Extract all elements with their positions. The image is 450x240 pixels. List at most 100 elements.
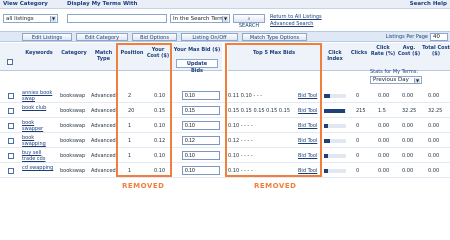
col-category[interactable]: Category	[58, 43, 90, 71]
click-rate-cell: 0.00	[378, 168, 390, 174]
match-type-cell: Advanced	[91, 138, 116, 144]
click-rate-cell: 0.00	[378, 123, 390, 129]
click-index-bar	[324, 94, 346, 98]
row-checkbox[interactable]	[8, 108, 14, 114]
edit-listings-button[interactable]: Edit Listings	[22, 33, 72, 41]
category-cell: bookswap	[60, 153, 86, 159]
search-button[interactable]: ⌕ SEARCH	[233, 14, 265, 29]
col-clicks[interactable]: Clicks	[348, 43, 370, 71]
click-index-bar	[324, 139, 346, 143]
keyword-link[interactable]: buy sell trade cds	[22, 150, 55, 162]
max-bid-input[interactable]	[182, 151, 220, 160]
max-bid-input[interactable]	[182, 91, 220, 100]
total-cost-cell: 0.00	[428, 123, 440, 129]
avg-cost-cell: 0.00	[402, 138, 414, 144]
chevron-down-icon: ▼	[222, 16, 228, 22]
keyword-link[interactable]: book swapper	[22, 120, 55, 132]
removed-label-right: REMOVED	[254, 182, 297, 190]
category-select[interactable]: all listings ▼	[3, 14, 58, 23]
listings-per-page-label: Listings Per Page	[385, 34, 428, 40]
display-terms-label: Display My Terms With	[67, 1, 138, 7]
total-cost-cell: 0.00	[428, 168, 440, 174]
stats-label: Stats for My Terms:	[370, 69, 419, 75]
click-index-bar	[324, 109, 346, 113]
col-click-index[interactable]: Click Index	[322, 43, 348, 71]
stats-period-select[interactable]: Previous Day ▼	[370, 76, 422, 84]
category-cell: bookswap	[60, 93, 86, 99]
click-rate-cell: 1.5	[378, 108, 386, 114]
listing-onoff-button[interactable]: Listing On/Off	[181, 33, 238, 41]
click-rate-cell: 0.00	[378, 138, 390, 144]
avg-cost-cell: 0.00	[402, 93, 414, 99]
max-bid-input[interactable]	[182, 121, 220, 130]
click-rate-cell: 0.00	[378, 153, 390, 159]
top-bar: View Category Display My Terms With Sear…	[0, 0, 450, 9]
match-type-cell: Advanced	[91, 108, 116, 114]
match-type-options-button[interactable]: Match Type Options	[242, 33, 307, 41]
clicks-cell: 0	[356, 168, 360, 174]
removed-box-right	[225, 43, 322, 177]
click-index-bar	[324, 154, 346, 158]
avg-cost-cell: 0.00	[402, 168, 414, 174]
search-help-link[interactable]: Search Help	[410, 1, 447, 7]
category-cell: bookswap	[60, 123, 86, 129]
select-all-checkbox[interactable]	[7, 59, 13, 65]
col-match-type[interactable]: Match Type	[90, 43, 117, 71]
click-index-bar	[324, 124, 346, 128]
match-type-cell: Advanced	[91, 93, 116, 99]
listings-per-page-select[interactable]: 40	[430, 33, 448, 41]
return-all-listings-link[interactable]: Return to All Listings	[270, 14, 322, 20]
advanced-search-link[interactable]: Advanced Search	[270, 21, 313, 27]
search-term-input[interactable]	[67, 14, 167, 23]
update-bids-button[interactable]: Update Bids	[176, 59, 218, 74]
filter-controls: all listings ▼ In the Search Term ▼ ⌕ SE…	[0, 11, 450, 29]
col-your-max-bid[interactable]: Your Max Bid ($) Update Bids	[172, 43, 222, 74]
bid-options-button[interactable]: Bid Options	[132, 33, 177, 41]
keyword-link[interactable]: cd swapping	[22, 165, 55, 171]
click-rate-cell: 0.00	[378, 93, 390, 99]
listing-toolbar: Edit Listings Edit Category Bid Options …	[0, 31, 450, 42]
category-cell: bookswap	[60, 138, 86, 144]
keyword-link[interactable]: book swapping	[22, 135, 55, 147]
total-cost-cell: 32.25	[428, 108, 443, 114]
chevron-down-icon: ▼	[50, 16, 56, 22]
keyword-link[interactable]: book club	[22, 105, 55, 111]
category-cell: bookswap	[60, 168, 86, 174]
keyword-link[interactable]: annies book swap	[22, 90, 55, 102]
row-checkbox[interactable]	[8, 93, 14, 99]
match-type-cell: Advanced	[91, 168, 116, 174]
row-checkbox[interactable]	[8, 153, 14, 159]
clicks-cell: 0	[356, 138, 360, 144]
match-type-cell: Advanced	[91, 153, 116, 159]
row-checkbox[interactable]	[8, 123, 14, 129]
removed-label-left: REMOVED	[122, 182, 165, 190]
removed-box-left	[116, 43, 172, 177]
clicks-cell: 0	[356, 123, 360, 129]
row-checkbox[interactable]	[8, 168, 14, 174]
search-scope-select[interactable]: In the Search Term ▼	[170, 14, 230, 23]
avg-cost-cell: 0.00	[402, 153, 414, 159]
select-all-header	[0, 43, 20, 71]
col-click-rate[interactable]: Click Rate (%)	[370, 43, 396, 71]
max-bid-input[interactable]	[182, 106, 220, 115]
clicks-cell: 215	[356, 108, 366, 114]
col-total-cost[interactable]: Total Cost ($)	[422, 43, 450, 71]
max-bid-input[interactable]	[182, 136, 220, 145]
max-bid-input[interactable]	[182, 166, 220, 175]
col-avg-cost[interactable]: Avg. Cost ($)	[396, 43, 422, 71]
col-keywords[interactable]: Keywords	[20, 43, 58, 71]
match-type-cell: Advanced	[91, 123, 116, 129]
view-category-label: View Category	[3, 1, 48, 7]
chevron-down-icon: ▼	[414, 78, 420, 83]
total-cost-cell: 0.00	[428, 93, 440, 99]
row-checkbox[interactable]	[8, 138, 14, 144]
avg-cost-cell: 32.25	[402, 108, 417, 114]
click-index-bar	[324, 169, 346, 173]
category-cell: bookswap	[60, 108, 86, 114]
avg-cost-cell: 0.00	[402, 123, 414, 129]
total-cost-cell: 0.00	[428, 153, 440, 159]
edit-category-button[interactable]: Edit Category	[76, 33, 128, 41]
clicks-cell: 0	[356, 93, 360, 99]
clicks-cell: 0	[356, 153, 360, 159]
search-icon: ⌕	[247, 16, 251, 22]
